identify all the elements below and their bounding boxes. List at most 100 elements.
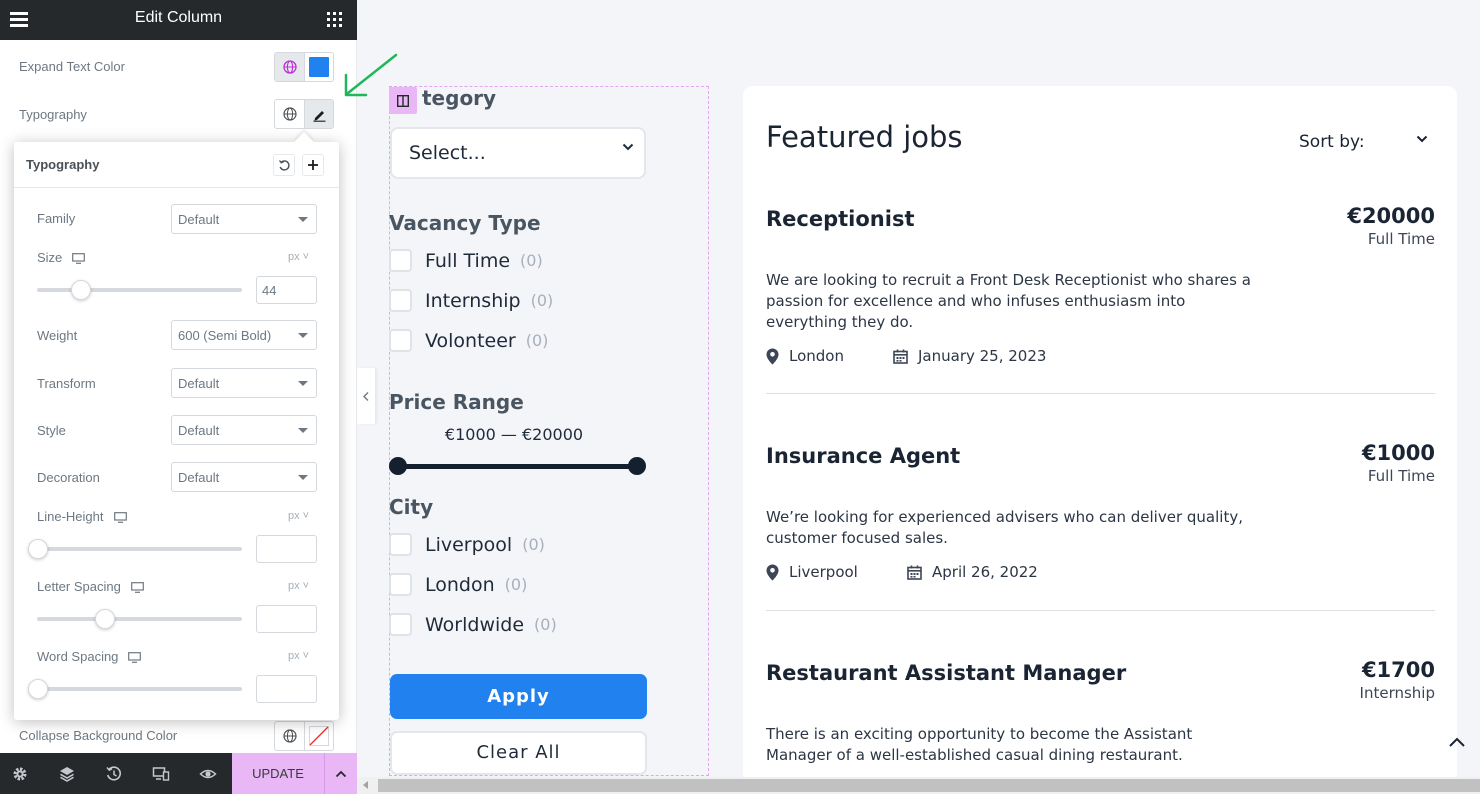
vacancy-option-internship[interactable]: Internship (0) [389, 289, 553, 312]
word-spacing-slider-handle[interactable] [28, 679, 48, 699]
job-title[interactable]: Restaurant Assistant Manager [766, 661, 1126, 685]
calendar-icon [907, 565, 922, 580]
scroll-left-arrow-icon[interactable] [363, 781, 368, 789]
map-pin-icon [766, 564, 779, 580]
plus-icon [308, 160, 318, 170]
global-colors-button[interactable] [275, 722, 304, 750]
city-option-liverpool[interactable]: Liverpool (0) [389, 533, 545, 556]
job-date-text: January 25, 2023 [918, 347, 1047, 365]
vacancy-option-volonteer[interactable]: Volonteer (0) [389, 329, 548, 352]
word-spacing-slider[interactable] [28, 679, 242, 699]
expand-text-color-label: Expand Text Color [19, 59, 125, 74]
line-height-input[interactable] [256, 535, 317, 563]
letter-spacing-slider-handle[interactable] [95, 609, 115, 629]
price-min-handle[interactable] [389, 457, 407, 475]
global-typography-button[interactable] [275, 100, 304, 128]
layers-icon[interactable] [58, 765, 76, 783]
city-option-london[interactable]: London (0) [389, 573, 527, 596]
global-colors-button[interactable] [275, 53, 304, 81]
job-description: There is an exciting opportunity to beco… [766, 725, 1193, 764]
desktop-icon [72, 253, 86, 264]
job-description: We’re looking for experienced advisers w… [766, 508, 1243, 547]
color-swatch-button[interactable] [304, 722, 333, 750]
line-height-slider[interactable] [28, 539, 242, 559]
option-label: Full Time [425, 249, 511, 272]
word-spacing-label: Word Spacing [37, 649, 142, 664]
clear-all-button[interactable]: Clear All [390, 731, 647, 775]
line-height-unit-select[interactable]: px ˅ [288, 510, 309, 522]
checkbox[interactable] [389, 289, 412, 312]
checkbox[interactable] [389, 613, 412, 636]
gear-icon[interactable] [11, 765, 29, 783]
desktop-icon [128, 652, 142, 663]
panel-title: Edit Column [134, 9, 223, 26]
chevron-up-icon [335, 770, 347, 777]
category-title: tegory [422, 86, 497, 110]
size-unit-select[interactable]: px ˅ [288, 251, 309, 263]
word-spacing-unit-select[interactable]: px ˅ [288, 650, 309, 662]
scroll-to-top-icon[interactable] [1447, 736, 1467, 748]
widgets-grid-icon[interactable] [327, 12, 342, 27]
price-range-slider[interactable] [398, 464, 638, 469]
sort-by-select[interactable]: Sort by: [1299, 132, 1365, 152]
reset-button[interactable] [273, 154, 295, 176]
add-global-button[interactable] [302, 154, 324, 176]
letter-spacing-slider[interactable] [37, 609, 242, 629]
panel-footer: UPDATE [0, 753, 357, 794]
apply-button[interactable]: Apply [390, 674, 647, 719]
typography-popover-title: Typography [26, 157, 100, 172]
collapse-bg-color-control [274, 721, 334, 751]
decoration-select[interactable]: Default [171, 462, 317, 492]
transform-select[interactable]: Default [171, 368, 317, 398]
price-range-value: €1000 — €20000 [444, 425, 584, 444]
responsive-icon[interactable] [152, 765, 170, 783]
checkbox[interactable] [389, 249, 412, 272]
color-swatch-button[interactable] [304, 53, 333, 81]
update-button[interactable]: UPDATE [232, 753, 324, 794]
style-select[interactable]: Default [171, 415, 317, 445]
typography-popover: Typography Family Default Size px ˅ 44 W… [14, 142, 339, 720]
family-select[interactable]: Default [171, 204, 317, 234]
size-slider-handle[interactable] [71, 280, 91, 300]
weight-label: Weight [37, 328, 78, 343]
job-title[interactable]: Receptionist [766, 207, 915, 231]
job-date-text: April 26, 2022 [932, 563, 1038, 581]
letter-spacing-unit-select[interactable]: px ˅ [288, 580, 309, 592]
line-height-slider-handle[interactable] [28, 539, 48, 559]
job-title[interactable]: Insurance Agent [766, 444, 960, 468]
city-option-worldwide[interactable]: Worldwide (0) [389, 613, 557, 636]
horizontal-scrollbar[interactable] [357, 777, 1480, 794]
job-salary: €1700 [1361, 658, 1435, 682]
desktop-icon [113, 512, 127, 523]
weight-select[interactable]: 600 (Semi Bold) [171, 320, 317, 350]
size-slider[interactable] [37, 280, 242, 300]
typography-label: Typography [19, 107, 87, 122]
checkbox[interactable] [389, 533, 412, 556]
checkbox[interactable] [389, 573, 412, 596]
eye-icon[interactable] [199, 765, 217, 783]
update-options-button[interactable] [324, 753, 357, 794]
price-max-handle[interactable] [628, 457, 646, 475]
category-select-value: Select... [409, 142, 486, 164]
checkbox[interactable] [389, 329, 412, 352]
option-label: Volonteer [425, 329, 516, 352]
history-icon[interactable] [105, 765, 123, 783]
globe-icon [282, 107, 297, 121]
scrollbar-thumb[interactable] [378, 779, 1480, 792]
job-location-text: London [789, 347, 844, 365]
typography-control [274, 99, 334, 129]
size-label: Size [37, 250, 86, 265]
column-handle[interactable] [389, 87, 417, 114]
category-select[interactable]: Select... [390, 127, 646, 179]
chevron-down-icon[interactable] [1416, 135, 1428, 143]
option-count: (0) [534, 615, 557, 634]
featured-jobs-title: Featured jobs [766, 120, 963, 154]
no-color-icon [309, 726, 329, 746]
letter-spacing-input[interactable] [256, 605, 317, 633]
word-spacing-input[interactable] [256, 675, 317, 703]
vacancy-option-full-time[interactable]: Full Time (0) [389, 249, 543, 272]
collapse-panel-button[interactable] [357, 368, 375, 424]
size-input[interactable]: 44 [256, 276, 317, 304]
option-label: Worldwide [425, 613, 525, 636]
edit-typography-button[interactable] [304, 100, 333, 128]
